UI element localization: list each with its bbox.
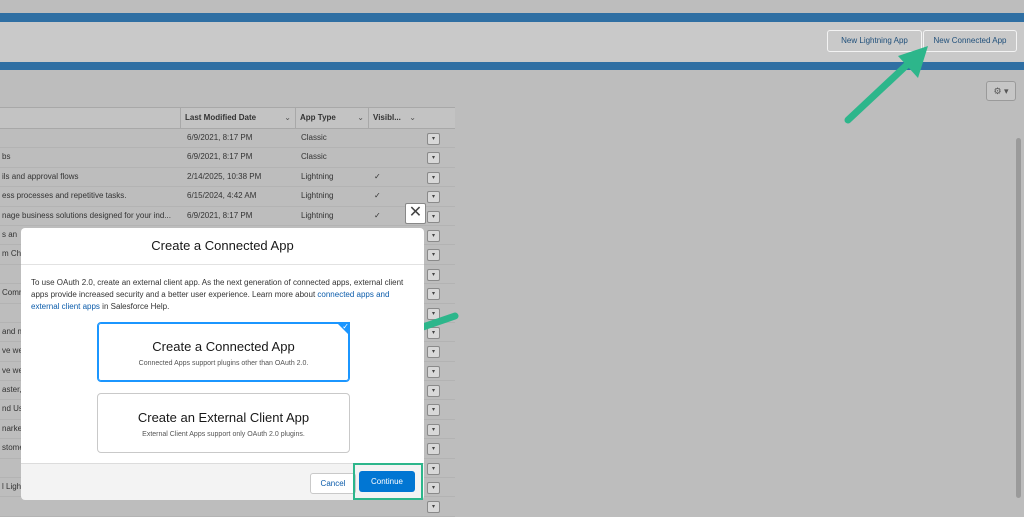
- cell-description: [2, 497, 178, 515]
- row-actions-button[interactable]: ▾: [427, 191, 440, 204]
- cell-last-modified: [187, 497, 293, 515]
- list-settings-button[interactable]: ⚙ ▾: [986, 81, 1016, 101]
- checkmark-icon: ✓: [342, 322, 349, 331]
- cell-last-modified: 6/9/2021, 8:17 PM: [187, 133, 253, 142]
- row-actions-button[interactable]: ▾: [427, 210, 440, 223]
- header-band-bottom: [0, 62, 1024, 70]
- table-row: ess processes and repetitive tasks. 6/15/…: [0, 187, 455, 207]
- cell-description: [2, 129, 178, 147]
- chevron-down-icon: ⌄: [357, 113, 364, 122]
- table-row: bs 6/9/2021, 8:17 PM Classic ▾: [0, 148, 455, 168]
- row-actions-button[interactable]: ▾: [427, 249, 440, 262]
- row-actions-button[interactable]: ▾: [427, 346, 440, 359]
- modal-title: Create a Connected App: [21, 228, 424, 265]
- continue-button[interactable]: Continue: [359, 471, 415, 492]
- chevron-down-icon: ⌄: [284, 113, 291, 122]
- close-icon: ✕: [408, 204, 423, 221]
- row-actions-button[interactable]: ▾: [427, 501, 440, 514]
- row-actions-button[interactable]: ▾: [427, 133, 440, 145]
- column-header-last-modified[interactable]: Last Modified Date ⌄: [180, 108, 295, 128]
- row-actions-button[interactable]: ▾: [427, 365, 440, 378]
- cell-description: ils and approval flows: [2, 171, 79, 181]
- row-actions-button[interactable]: ▾: [427, 229, 440, 242]
- row-actions-button[interactable]: ▾: [427, 423, 440, 436]
- cell-last-modified: 2/14/2025, 10:38 PM: [187, 171, 262, 181]
- checkmark-icon: ✓: [374, 171, 381, 181]
- page-scrollbar[interactable]: [1016, 138, 1021, 498]
- chevron-down-icon: ⌄: [409, 113, 416, 122]
- row-actions-button[interactable]: ▾: [427, 326, 440, 339]
- row-actions-button[interactable]: ▾: [427, 171, 440, 184]
- cell-last-modified: 6/9/2021, 8:17 PM: [187, 152, 253, 162]
- cell-app-type: [301, 497, 367, 515]
- row-actions-button[interactable]: ▾: [427, 404, 440, 417]
- cell-app-type: Lightning: [301, 210, 334, 220]
- row-actions-button[interactable]: ▾: [427, 288, 440, 301]
- selected-check: ✓: [336, 322, 350, 336]
- option-create-external-client-app[interactable]: Create an External Client App External C…: [97, 393, 350, 453]
- close-modal-button[interactable]: ✕: [405, 203, 426, 224]
- row-actions-button[interactable]: ▾: [427, 268, 440, 281]
- cell-app-type: Classic: [301, 152, 327, 162]
- table-row: ils and approval flows 2/14/2025, 10:38 P…: [0, 168, 455, 188]
- row-actions-button[interactable]: ▾: [427, 482, 440, 495]
- cell-last-modified: 6/15/2024, 4:42 AM: [187, 191, 257, 201]
- row-actions-button[interactable]: ▾: [427, 152, 440, 165]
- table-header: Last Modified Date ⌄ App Type ⌄ Visibl..…: [0, 107, 455, 129]
- table-row: 6/9/2021, 8:17 PM Classic ▾: [0, 129, 455, 149]
- cell-description: bs: [2, 152, 11, 162]
- cancel-button[interactable]: Cancel: [310, 473, 356, 494]
- column-header-app-type[interactable]: App Type ⌄: [295, 108, 368, 128]
- cell-app-type: Lightning: [301, 191, 334, 201]
- row-actions-button[interactable]: ▾: [427, 443, 440, 456]
- table-row: ▾: [0, 497, 455, 517]
- modal-description: To use OAuth 2.0, create an external cli…: [31, 278, 404, 311]
- new-lightning-app-button[interactable]: New Lightning App: [827, 30, 922, 52]
- cell-app-type: Lightning: [301, 171, 334, 181]
- cell-last-modified: 6/9/2021, 8:17 PM: [187, 210, 253, 220]
- row-actions-button[interactable]: ▾: [427, 385, 440, 398]
- column-header-visible[interactable]: Visibl... ⌄: [368, 108, 420, 128]
- row-actions-button[interactable]: ▾: [427, 307, 440, 320]
- cell-description: ess processes and repetitive tasks.: [2, 191, 127, 201]
- row-actions-button[interactable]: ▾: [427, 462, 440, 475]
- checkmark-icon: ✓: [374, 191, 381, 201]
- gear-icon: ⚙ ▾: [993, 86, 1009, 96]
- new-connected-app-button[interactable]: New Connected App: [923, 30, 1017, 52]
- cell-app-type: Classic: [301, 133, 327, 142]
- option-create-connected-app[interactable]: ✓ Create a Connected App Connected Apps …: [97, 322, 350, 382]
- checkmark-icon: ✓: [374, 210, 381, 220]
- header-band-top: [0, 13, 1024, 22]
- table-row: nage business solutions designed for you…: [0, 207, 455, 226]
- cell-description: nage business solutions designed for you…: [2, 210, 171, 220]
